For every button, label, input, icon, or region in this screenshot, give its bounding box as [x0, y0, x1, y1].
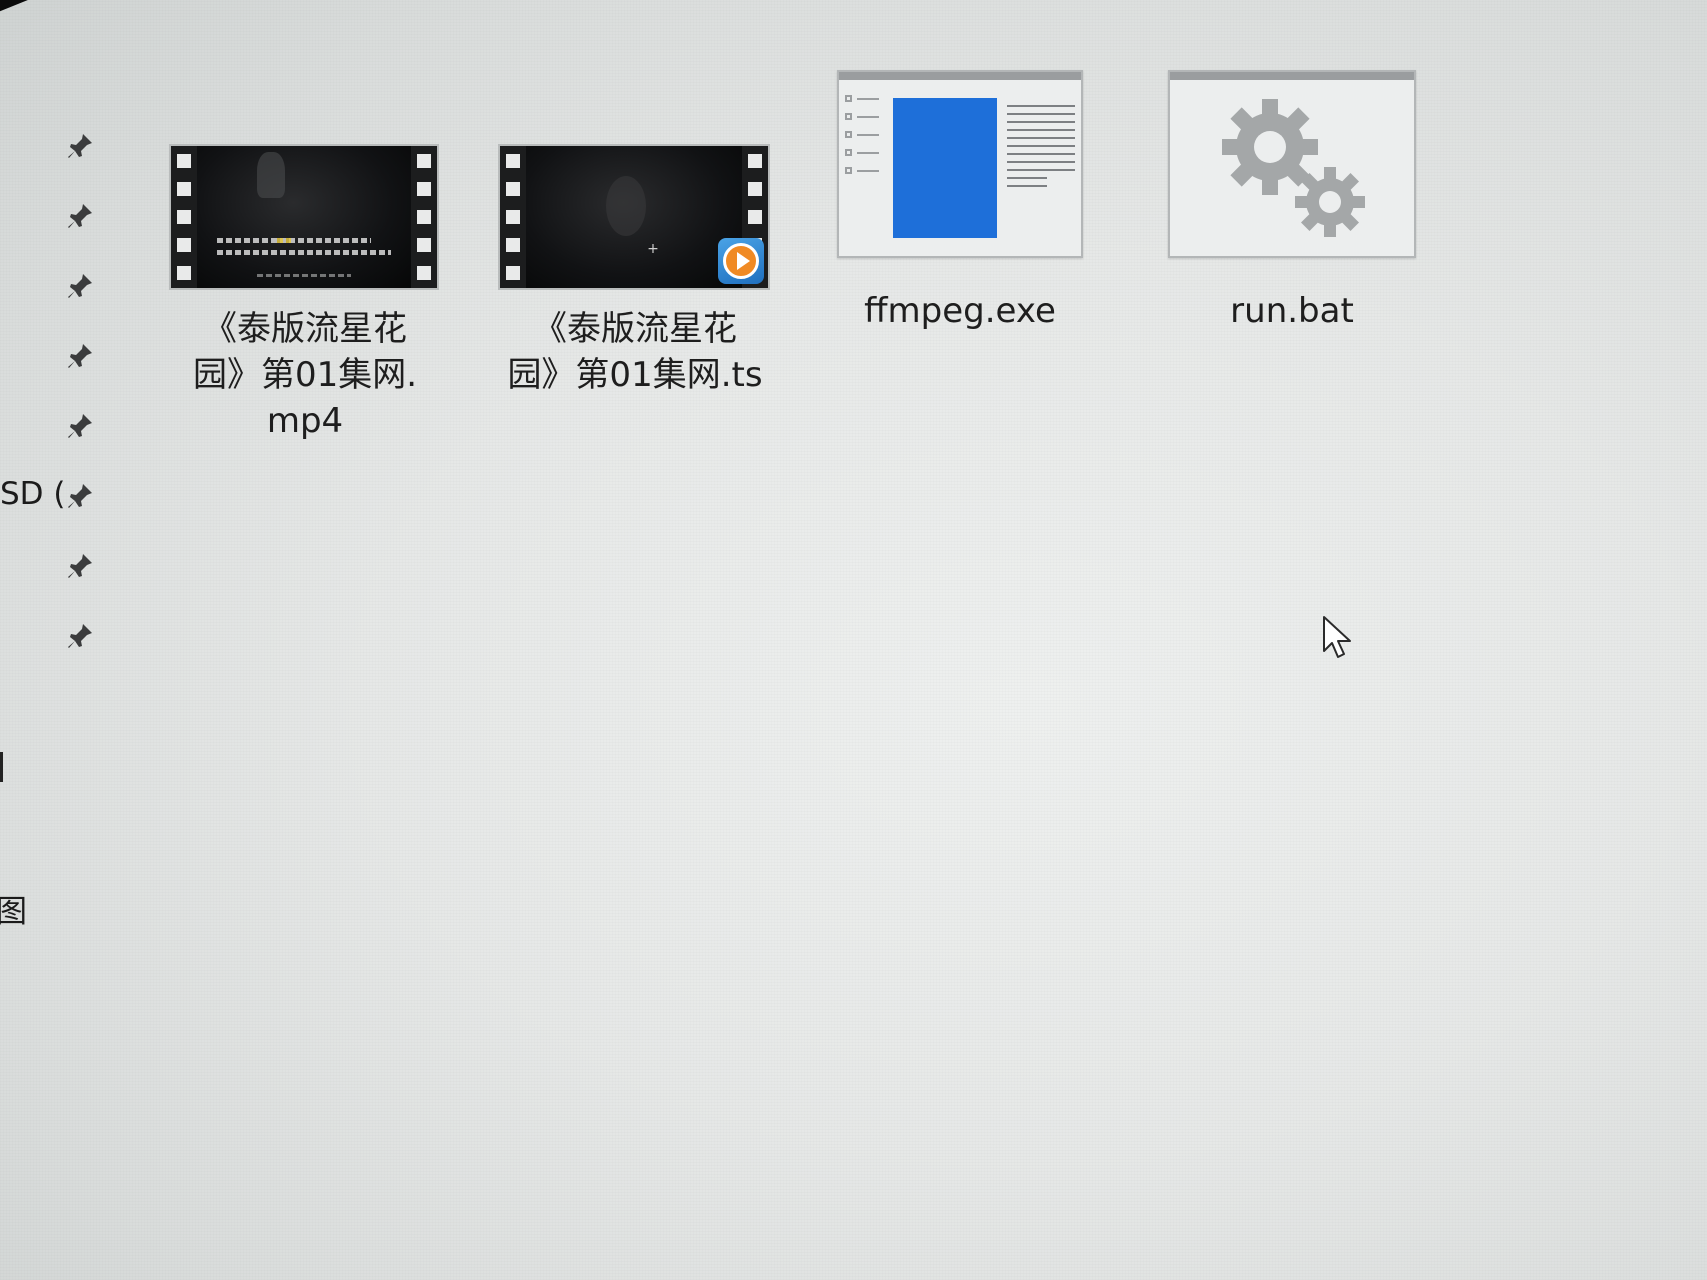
- file-item-ts[interactable]: + 《泰版流星花 园》第01集网.ts: [480, 140, 790, 398]
- application-window-icon: [835, 68, 1085, 260]
- pin-icon[interactable]: [66, 272, 94, 300]
- batch-gears-icon: [1166, 68, 1418, 260]
- pin-icon[interactable]: [66, 412, 94, 440]
- media-player-badge-icon: [718, 238, 764, 284]
- nav-item-pictures-partial[interactable]: 图: [0, 886, 27, 931]
- video-thumbnail-icon: [171, 140, 439, 292]
- file-name-label: 《泰版流星花 园》第01集网. mp4: [192, 309, 418, 441]
- pin-icon[interactable]: [66, 202, 94, 230]
- pin-icon[interactable]: [66, 552, 94, 580]
- pin-icon[interactable]: [66, 482, 94, 510]
- nav-item-edge: [0, 752, 3, 782]
- pin-icon[interactable]: [66, 132, 94, 160]
- file-item-bat[interactable]: run.bat: [1152, 68, 1432, 334]
- file-name-label: 《泰版流星花 园》第01集网.ts: [507, 309, 763, 395]
- video-thumbnail-player-icon: +: [500, 140, 770, 292]
- pin-icon[interactable]: [66, 622, 94, 650]
- file-item-exe[interactable]: ffmpeg.exe: [820, 68, 1100, 334]
- file-name-label: run.bat: [1230, 291, 1354, 331]
- file-name-label: ffmpeg.exe: [864, 291, 1056, 331]
- pin-icon[interactable]: [66, 342, 94, 370]
- monitor-bezel: [0, 0, 263, 25]
- file-item-mp4[interactable]: 《泰版流星花 园》第01集网. mp4: [150, 140, 460, 444]
- drive-label-sd[interactable]: SD (: [0, 476, 66, 512]
- quick-access-pane: SD ( 图: [0, 120, 110, 1120]
- arrow-cursor-icon: [1323, 616, 1351, 658]
